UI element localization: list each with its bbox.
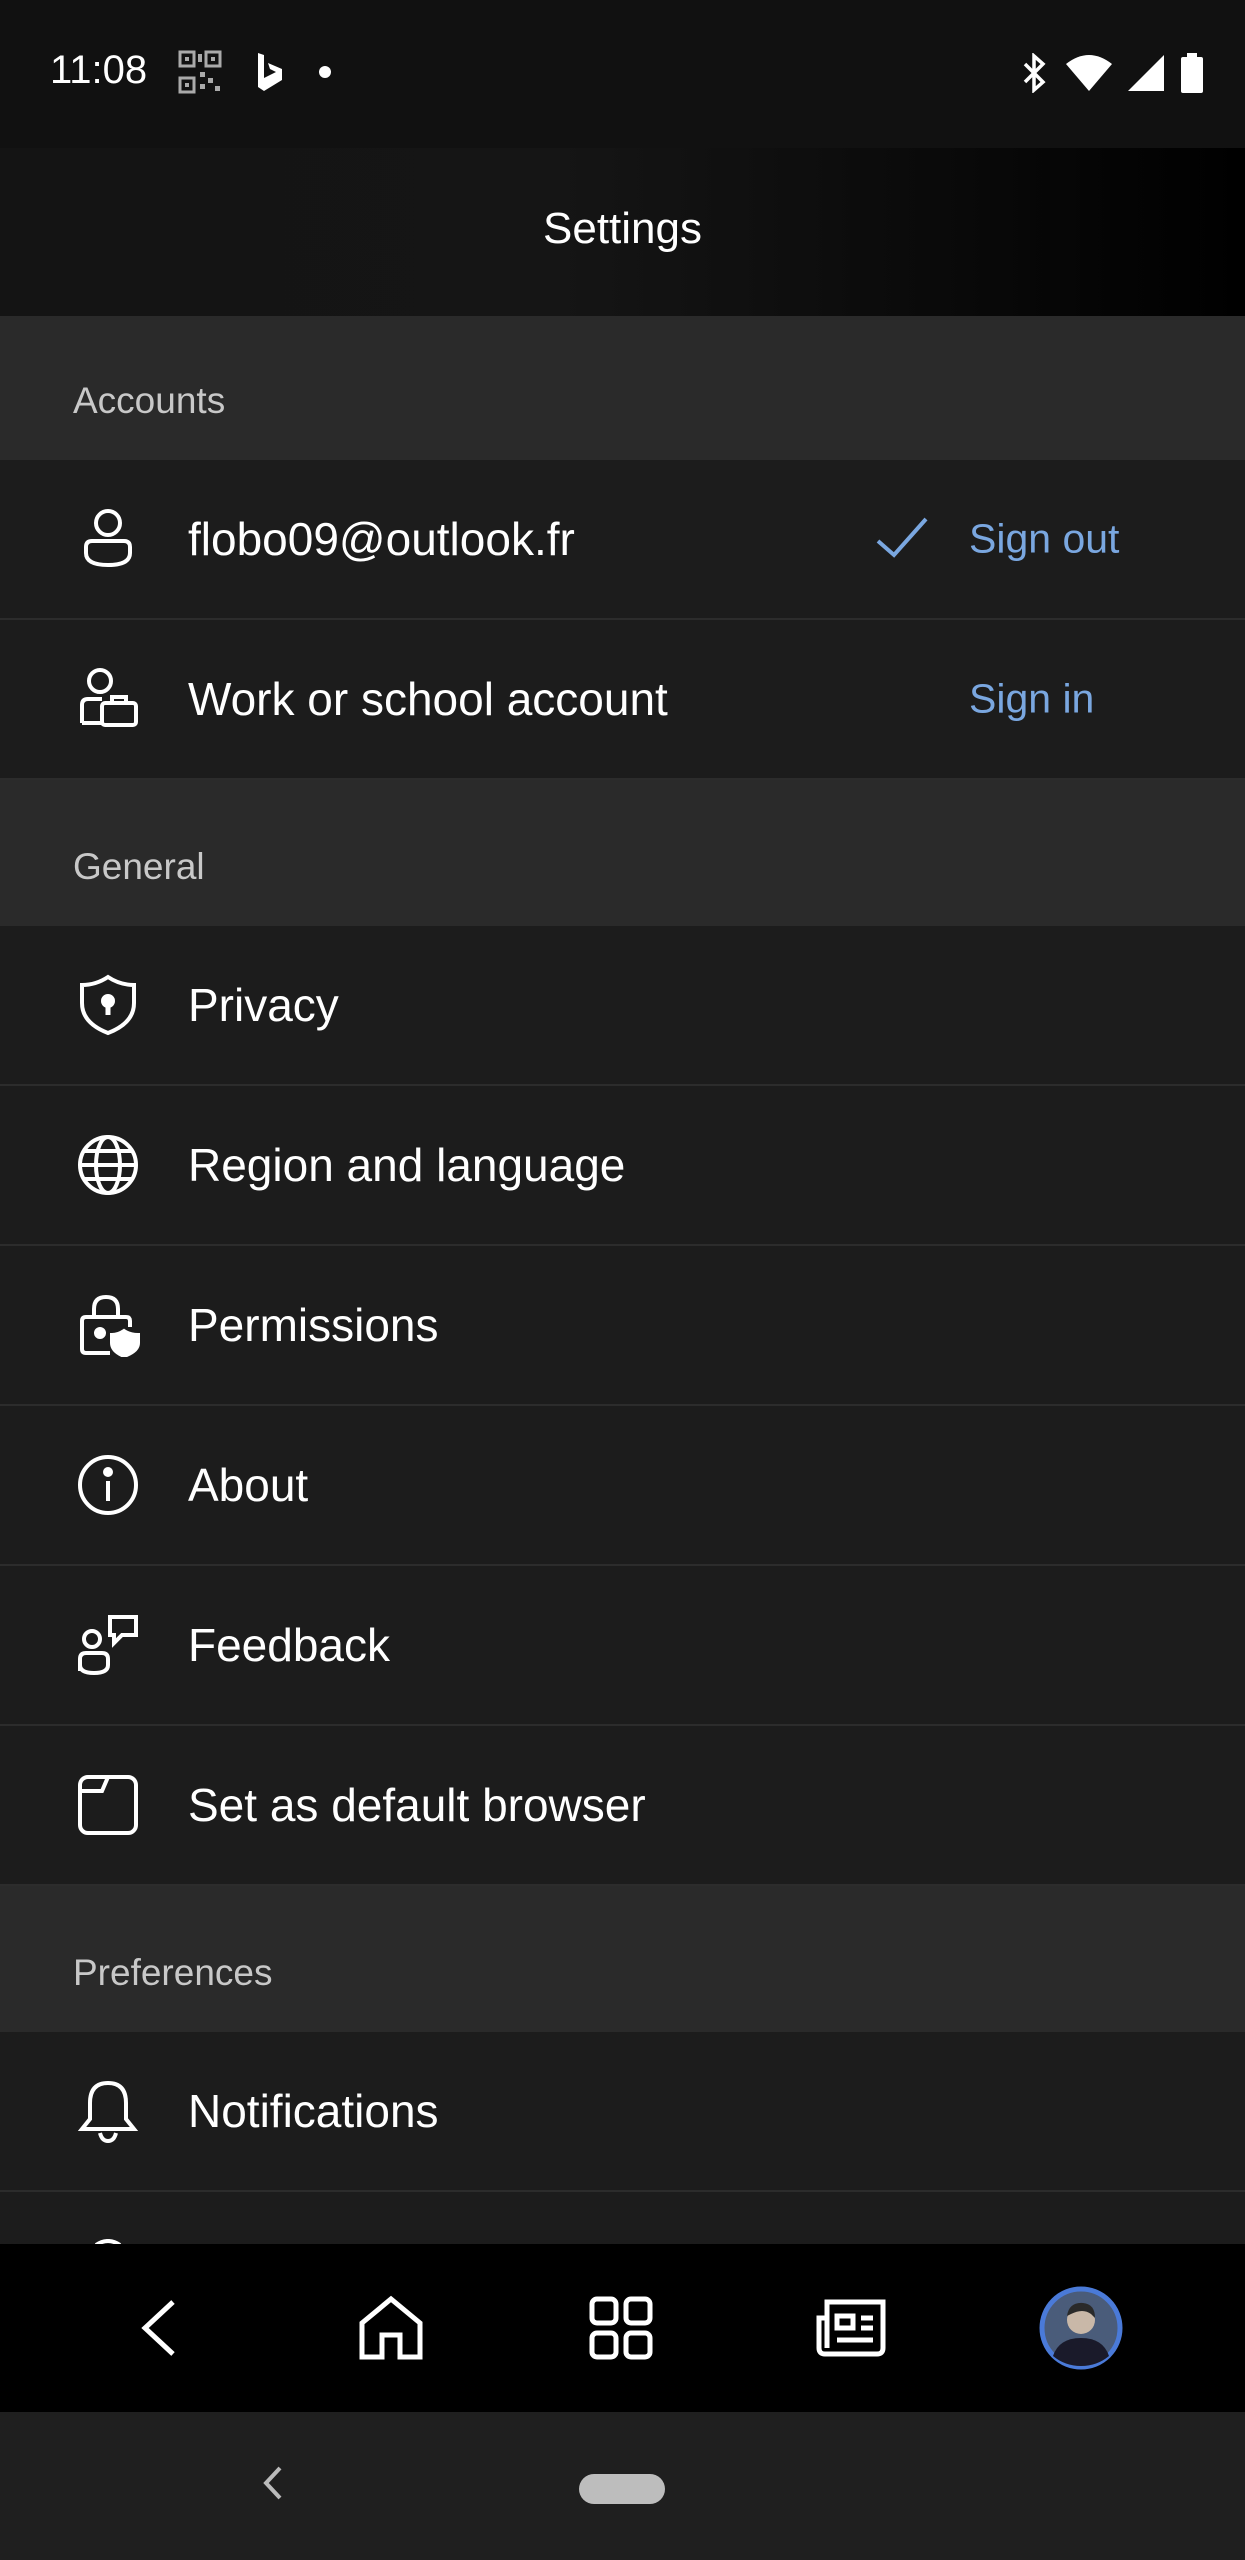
settings-item-label: Region and language [188,1139,626,1191]
globe-icon [73,1130,143,1200]
news-icon[interactable] [809,2286,893,2370]
settings-item-label: Notifications [188,2085,439,2137]
account-row-personal[interactable]: flobo09@outlook.fr Sign out [0,460,1245,620]
status-left-icons [178,50,332,99]
info-icon [73,1450,143,1520]
settings-item-permissions[interactable]: Permissions [0,1246,1245,1406]
partial-icon [73,2236,143,2244]
app-header: Settings [0,148,1245,316]
section-header-general: General [0,780,1245,926]
shield-icon [73,970,143,1040]
system-home-pill[interactable] [579,2474,665,2504]
person-icon [73,504,143,574]
qr-code-icon [178,50,222,99]
section-title: Preferences [73,1952,273,1993]
checkmark-icon [872,509,932,569]
bluetooth-icon [1019,52,1051,98]
settings-item-label: Set as default browser [188,1779,646,1831]
home-icon[interactable] [349,2286,433,2370]
wifi-icon [1065,54,1113,97]
settings-item-label: Permissions [188,1299,439,1351]
system-back-icon[interactable] [248,2458,298,2508]
section-header-accounts: Accounts [0,316,1245,460]
settings-item-about[interactable]: About [0,1406,1245,1566]
signal-icon [1127,54,1165,97]
sign-in-button[interactable]: Sign in [969,676,1094,723]
settings-item-label: About [188,1459,309,1511]
bell-icon [73,2076,143,2146]
apps-grid-icon[interactable] [579,2286,663,2370]
settings-item-default-browser[interactable]: Set as default browser [0,1726,1245,1886]
status-right-icons [1019,52,1205,99]
dot-icon [318,65,332,84]
settings-item-label: Feedback [188,1619,391,1671]
settings-item-notifications[interactable]: Notifications [0,2032,1245,2192]
account-row-work[interactable]: Work or school account Sign in [0,620,1245,780]
status-bar: 11:08 [0,0,1245,148]
feedback-icon [73,1610,143,1680]
settings-item-region-language[interactable]: Region and language [0,1086,1245,1246]
settings-item-feedback[interactable]: Feedback [0,1566,1245,1726]
lock-shield-icon [73,1290,143,1360]
section-title: General [73,846,205,887]
battery-icon [1179,52,1205,99]
settings-item-label: Privacy [188,979,339,1031]
settings-item-privacy[interactable]: Privacy [0,926,1245,1086]
sign-out-button[interactable]: Sign out [969,516,1119,563]
work-account-icon [73,664,143,734]
profile-avatar[interactable] [1039,2286,1123,2370]
settings-item-partial[interactable] [0,2192,1245,2244]
bing-icon [252,50,288,99]
back-icon[interactable] [118,2286,202,2370]
page-title: Settings [543,204,702,253]
browser-toolbar [0,2244,1245,2412]
status-time: 11:08 [50,48,148,92]
work-account-label: Work or school account [188,673,668,725]
account-email: flobo09@outlook.fr [188,513,575,565]
browser-window-icon [73,1770,143,1840]
section-title: Accounts [73,380,226,421]
settings-list[interactable]: Accounts flobo09@outlook.fr Sign out Wor… [0,316,1245,2244]
section-header-preferences: Preferences [0,1886,1245,2032]
